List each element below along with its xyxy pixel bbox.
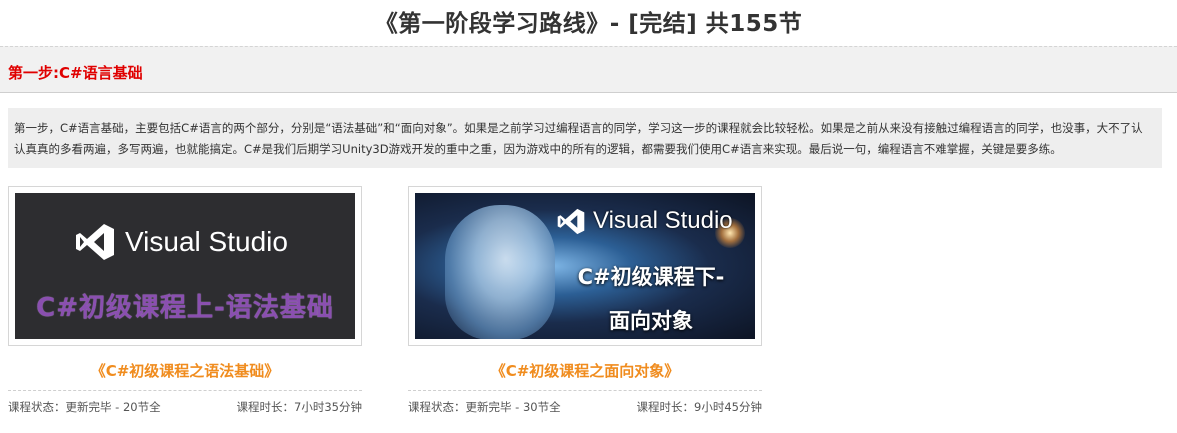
step-title: 第一步:C#语言基础 [8, 64, 143, 82]
course-meta: 课程状态：更新完毕 - 20节全 课程时长：7小时35分钟 [8, 390, 362, 415]
course-title-link[interactable]: 《C#初级课程之语法基础》 [8, 360, 362, 381]
course-thumbnail-image: Visual Studio C#初级课程下- 面向对象 [415, 193, 755, 339]
course-status: 课程状态：更新完毕 - 30节全 [408, 400, 561, 414]
course-duration: 课程时长：7小时35分钟 [236, 400, 362, 414]
course-title-link[interactable]: 《C#初级课程之面向对象》 [408, 360, 762, 381]
visual-studio-logo: Visual Studio [75, 223, 288, 261]
logo-text: Visual Studio [125, 226, 288, 257]
course-status: 课程状态：更新完毕 - 20节全 [8, 400, 161, 414]
page-title: 《第一阶段学习路线》- [完结] 共155节 [374, 11, 803, 37]
thumbnail-banner-text: C#初级课程上-语法基础 [36, 293, 334, 323]
thumbnail-banner-line-1: C#初级课程下- [577, 265, 725, 289]
course-duration: 课程时长：9小时45分钟 [636, 400, 762, 414]
visual-studio-logo-icon [76, 224, 114, 260]
course-card: Visual Studio C#初级课程下- 面向对象 《C#初级课程之面向对象… [408, 186, 762, 415]
course-thumbnail[interactable]: Visual Studio C#初级课程下- 面向对象 [408, 186, 762, 346]
course-thumbnail-image: Visual Studio C#初级课程上-语法基础 [15, 193, 355, 339]
visual-studio-logo-icon [557, 208, 585, 234]
logo-text: Visual Studio [593, 207, 733, 234]
course-thumbnail[interactable]: Visual Studio C#初级课程上-语法基础 [8, 186, 362, 346]
step-description: 第一步，C#语言基础，主要包括C#语言的两个部分，分别是“语法基础”和“面向对象… [8, 108, 1162, 168]
thumbnail-banner-line-2: 面向对象 [609, 309, 693, 333]
course-card: Visual Studio C#初级课程上-语法基础 《C#初级课程之语法基础》… [8, 186, 362, 415]
course-meta: 课程状态：更新完毕 - 30节全 课程时长：9小时45分钟 [408, 390, 762, 415]
step-header: 第一步:C#语言基础 [0, 46, 1177, 93]
visual-studio-logo: Visual Studio [557, 207, 733, 235]
